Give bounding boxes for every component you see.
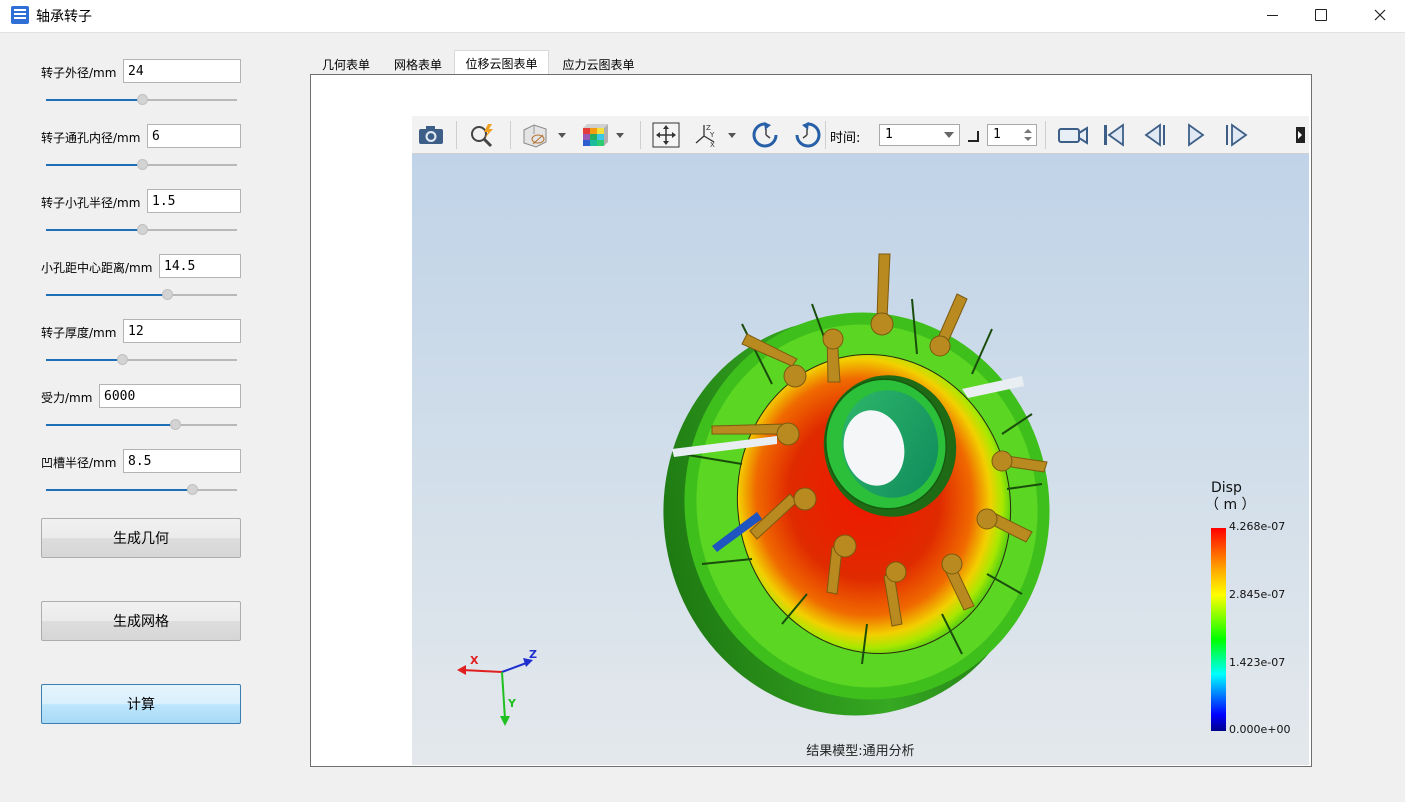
thickness-slider[interactable] xyxy=(46,354,237,366)
svg-text:Y: Y xyxy=(709,131,715,139)
legend-unit: （ m ） xyxy=(1205,497,1256,513)
hole-radius-input[interactable] xyxy=(147,189,241,213)
outer-diameter-input[interactable] xyxy=(123,59,241,83)
rotate-counterclockwise-icon[interactable] xyxy=(792,122,822,148)
axis-view-icon[interactable]: Z Y X xyxy=(692,122,742,148)
hole-distance-slider[interactable] xyxy=(46,289,237,301)
axis-x-label: X xyxy=(470,654,479,667)
hole-distance-input[interactable] xyxy=(159,254,241,278)
record-video-icon[interactable] xyxy=(1056,122,1090,148)
tab-stress[interactable]: 应力云图表单 xyxy=(551,52,646,74)
app-icon xyxy=(11,6,29,24)
param-thickness: 转子厚度/mm xyxy=(41,319,241,369)
param-bore-diameter: 转子通孔内径/mm xyxy=(41,124,241,174)
previous-frame-icon[interactable] xyxy=(1140,122,1170,148)
param-label: 转子外径/mm xyxy=(41,66,117,80)
legend-title: Disp （ m ） xyxy=(1205,480,1256,514)
chevron-down-icon xyxy=(944,132,954,138)
bore-diameter-slider[interactable] xyxy=(46,159,237,171)
tab-displacement[interactable]: 位移云图表单 xyxy=(454,50,549,75)
time-select-value: 1 xyxy=(885,127,893,142)
toolbar-extension-icon[interactable] xyxy=(1294,122,1307,148)
title-bar: 轴承转子 xyxy=(0,0,1405,33)
legend-high: 2.845e-07 xyxy=(1229,588,1286,601)
legend-min: 0.000e+00 xyxy=(1229,723,1291,736)
legend-quantity: Disp xyxy=(1211,480,1242,496)
close-icon xyxy=(1374,9,1386,21)
colormap-icon[interactable] xyxy=(580,122,628,148)
param-hole-distance: 小孔距中心距离/mm xyxy=(41,254,241,304)
outer-diameter-slider[interactable] xyxy=(46,94,237,106)
legend-max: 4.268e-07 xyxy=(1229,520,1286,533)
rotate-clockwise-icon[interactable] xyxy=(751,122,781,148)
pan-icon[interactable] xyxy=(651,122,681,148)
param-label: 受力/mm xyxy=(41,391,93,405)
step-spinbox[interactable]: 1 xyxy=(987,124,1037,146)
camera-icon[interactable] xyxy=(416,122,446,148)
close-button[interactable] xyxy=(1357,0,1403,30)
param-label: 凹槽半径/mm xyxy=(41,456,117,470)
zoom-fit-icon[interactable] xyxy=(467,122,499,148)
bore-diameter-input[interactable] xyxy=(147,124,241,148)
svg-text:X: X xyxy=(710,141,715,148)
next-frame-icon[interactable] xyxy=(1222,122,1252,148)
param-label: 转子小孔半径/mm xyxy=(41,196,141,210)
step-value: 1 xyxy=(993,127,1001,142)
time-select[interactable]: 1 xyxy=(879,124,960,146)
force-slider[interactable] xyxy=(46,419,237,431)
first-frame-icon[interactable] xyxy=(1100,122,1128,148)
param-force: 受力/mm xyxy=(41,384,241,434)
param-outer-diameter: 转子外径/mm xyxy=(41,59,241,109)
groove-radius-input[interactable] xyxy=(123,449,241,473)
tab-mesh[interactable]: 网格表单 xyxy=(383,52,453,74)
calculate-button[interactable]: 计算 xyxy=(41,684,241,724)
param-label: 转子厚度/mm xyxy=(41,326,117,340)
viewer-toolbar: Z Y X 时间: 1 1 xyxy=(412,116,1309,154)
axis-z-label: Z xyxy=(529,648,537,661)
display-style-icon[interactable] xyxy=(520,122,568,148)
hole-radius-slider[interactable] xyxy=(46,224,237,236)
legend-color-bar xyxy=(1211,528,1226,731)
window-title: 轴承转子 xyxy=(36,9,92,25)
tab-geometry[interactable]: 几何表单 xyxy=(311,52,381,74)
displacement-model xyxy=(457,253,1050,726)
generate-geometry-button[interactable]: 生成几何 xyxy=(41,518,241,558)
param-hole-radius: 转子小孔半径/mm xyxy=(41,189,241,239)
maximize-button[interactable] xyxy=(1298,0,1344,30)
thickness-input[interactable] xyxy=(123,319,241,343)
spin-arrows-icon[interactable] xyxy=(1024,128,1032,142)
step-icon xyxy=(968,131,979,142)
axis-triad xyxy=(457,658,533,726)
param-label: 小孔距中心距离/mm xyxy=(41,261,153,275)
legend-low: 1.423e-07 xyxy=(1229,656,1286,669)
generate-mesh-button[interactable]: 生成网格 xyxy=(41,601,241,641)
param-label: 转子通孔内径/mm xyxy=(41,131,141,145)
play-icon[interactable] xyxy=(1182,122,1210,148)
minimize-button[interactable] xyxy=(1249,0,1295,30)
result-viewport[interactable]: X Z Y Disp （ m ） 4.268e-07 2.845e-07 1.4… xyxy=(412,154,1309,765)
time-label: 时间: xyxy=(830,131,861,146)
result-model-status: 结果模型:通用分析 xyxy=(806,744,915,759)
axis-y-label: Y xyxy=(508,697,516,710)
param-groove-radius: 凹槽半径/mm xyxy=(41,449,241,499)
groove-radius-slider[interactable] xyxy=(46,484,237,496)
force-input[interactable] xyxy=(99,384,241,408)
